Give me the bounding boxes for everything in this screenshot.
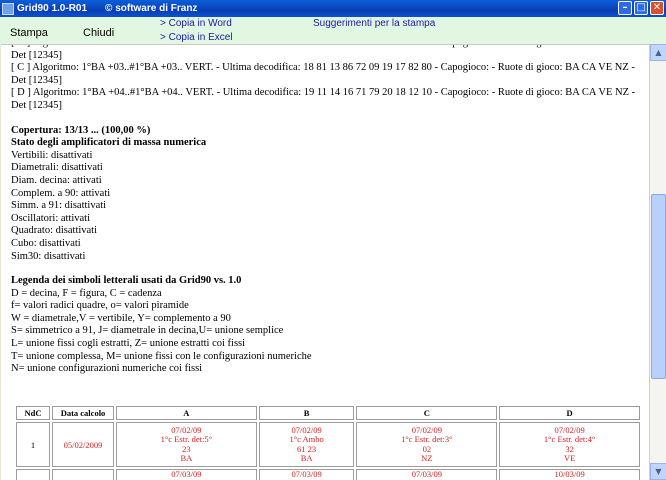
cell-b: 07/02/09 1°c Ambo 61 23 BA — [258, 422, 355, 467]
cell-a: 07/02/09 1°c Estr. det:5° 23 BA — [116, 422, 257, 467]
legenda-item: f= valori radici quadre, o= valori piram… — [11, 300, 189, 312]
cell-ruota: VE — [563, 453, 576, 463]
maximize-button[interactable]: □ — [634, 1, 648, 15]
legenda-item: N= unione configurazioni numeriche coi f… — [11, 363, 203, 375]
copia-excel-link[interactable]: > Copia in Excel — [160, 32, 233, 43]
app-icon — [2, 2, 14, 15]
stato-item: Simm. a 91: disattivati — [11, 200, 107, 212]
results-table: NdC Data calcolo A B C D 1 05/02/2009 07… — [14, 404, 642, 480]
cell-data-calcolo: 05/02/2009 — [52, 422, 114, 467]
window-title: Grid90 1.0-R01 — [17, 3, 88, 14]
window-subtitle: © software di Franz — [105, 3, 198, 14]
stato-item: Diam. decina: attivati — [11, 174, 102, 186]
legenda-item: W = diametrale,V = vertibile, Y= complem… — [11, 312, 231, 324]
header-d: D — [499, 406, 640, 420]
results-table-wrap: NdC Data calcolo A B C D 1 05/02/2009 07… — [14, 404, 642, 480]
header-c: C — [356, 406, 498, 420]
cell-a: 07/03/09 — [116, 469, 257, 480]
cell-date: 07/03/09 — [171, 469, 202, 479]
stato-item: Sim30: disattivati — [11, 250, 86, 262]
cell-c: 07/02/09 1°c Estr. det:3° 02 NZ — [356, 422, 498, 467]
algoritmo-line-d: [ D ] Algoritmo: 1°BA +04..#1°BA +04.. V… — [11, 87, 636, 111]
cell-date: 07/03/09 — [291, 469, 322, 479]
suggerimenti-link[interactable]: Suggerimenti per la stampa — [313, 18, 435, 29]
copertura-text: Copertura: 13/13 ... (100,00 %) — [11, 124, 151, 136]
copia-word-link[interactable]: > Copia in Word — [160, 18, 232, 29]
legenda-item: L= unione fissi cogli estratti, Z= union… — [11, 338, 246, 350]
cell-d: 10/03/09 — [499, 469, 640, 480]
window-controls: – □ ✕ — [618, 1, 664, 15]
header-data-calcolo: Data calcolo — [52, 406, 114, 420]
chiudi-button[interactable]: Chiudi — [83, 27, 114, 39]
cell-d: 07/02/09 1°c Estr. det:4° 32 VE — [499, 422, 640, 467]
toolbar: Stampa Chiudi > Copia in Word > Copia in… — [0, 17, 666, 44]
stato-title: Stato degli amplificatori di massa numer… — [11, 137, 207, 149]
cell-ruota: BA — [180, 453, 193, 463]
stato-item: Diametrali: disattivati — [11, 162, 103, 174]
cell-ndc — [16, 469, 50, 480]
table-header-row: NdC Data calcolo A B C D — [16, 406, 640, 420]
header-ndc: NdC — [16, 406, 50, 420]
report-view: [ B ] Algoritmo: 1°BA +02..#1°BA +02.. V… — [1, 44, 649, 480]
stato-item: Quadrato: disattivati — [11, 225, 98, 237]
stato-item: Complem. a 90: attivati — [11, 187, 111, 199]
cell-ruota: NZ — [421, 453, 433, 463]
table-row: 1 05/02/2009 07/02/09 1°c Estr. det:5° 2… — [16, 422, 640, 467]
cell-ruota: BA — [300, 453, 313, 463]
close-button[interactable]: ✕ — [650, 1, 664, 15]
cell-ndc: 1 — [16, 422, 50, 467]
algoritmo-line-c: [ C ] Algoritmo: 1°BA +03..#1°BA +03.. V… — [11, 62, 635, 86]
stampa-button[interactable]: Stampa — [10, 27, 48, 39]
title-bar: Grid90 1.0-R01 © software di Franz – □ ✕ — [0, 0, 666, 17]
scroll-up-icon[interactable]: ▲ — [650, 44, 666, 61]
legenda-item: S= simmetrico a 91, J= diametrale in dec… — [11, 325, 284, 337]
cell-date: 10/03/09 — [554, 469, 585, 479]
stato-item: Cubo: disattivati — [11, 237, 81, 249]
header-b: B — [258, 406, 355, 420]
cell-date: 07/03/09 — [411, 469, 442, 479]
cell-c: 07/03/09 — [356, 469, 498, 480]
cell-data-calcolo — [52, 469, 114, 480]
minimize-button[interactable]: – — [618, 1, 632, 15]
vertical-scrollbar[interactable]: ▲ ▼ — [649, 44, 666, 480]
algoritmo-line-b: [ B ] Algoritmo: 1°BA +02..#1°BA +02.. V… — [11, 45, 635, 61]
cell-b: 07/03/09 — [258, 469, 355, 480]
legenda-title: Legenda dei simboli letterali usati da G… — [11, 275, 242, 287]
stato-item: Oscillatori: attivati — [11, 212, 91, 224]
scroll-down-icon[interactable]: ▼ — [650, 463, 666, 480]
legenda-item: D = decina, F = figura, C = cadenza — [11, 287, 162, 299]
scroll-thumb[interactable] — [651, 194, 666, 379]
report-text: [ B ] Algoritmo: 1°BA +02..#1°BA +02.. V… — [11, 45, 641, 376]
table-row: 07/03/09 07/03/09 07/03/09 10/03/09 — [16, 469, 640, 480]
stato-item: Vertibili: disattivati — [11, 149, 93, 161]
legenda-item: T= unione complessa, M= unione fissi con… — [11, 350, 312, 362]
header-a: A — [116, 406, 257, 420]
